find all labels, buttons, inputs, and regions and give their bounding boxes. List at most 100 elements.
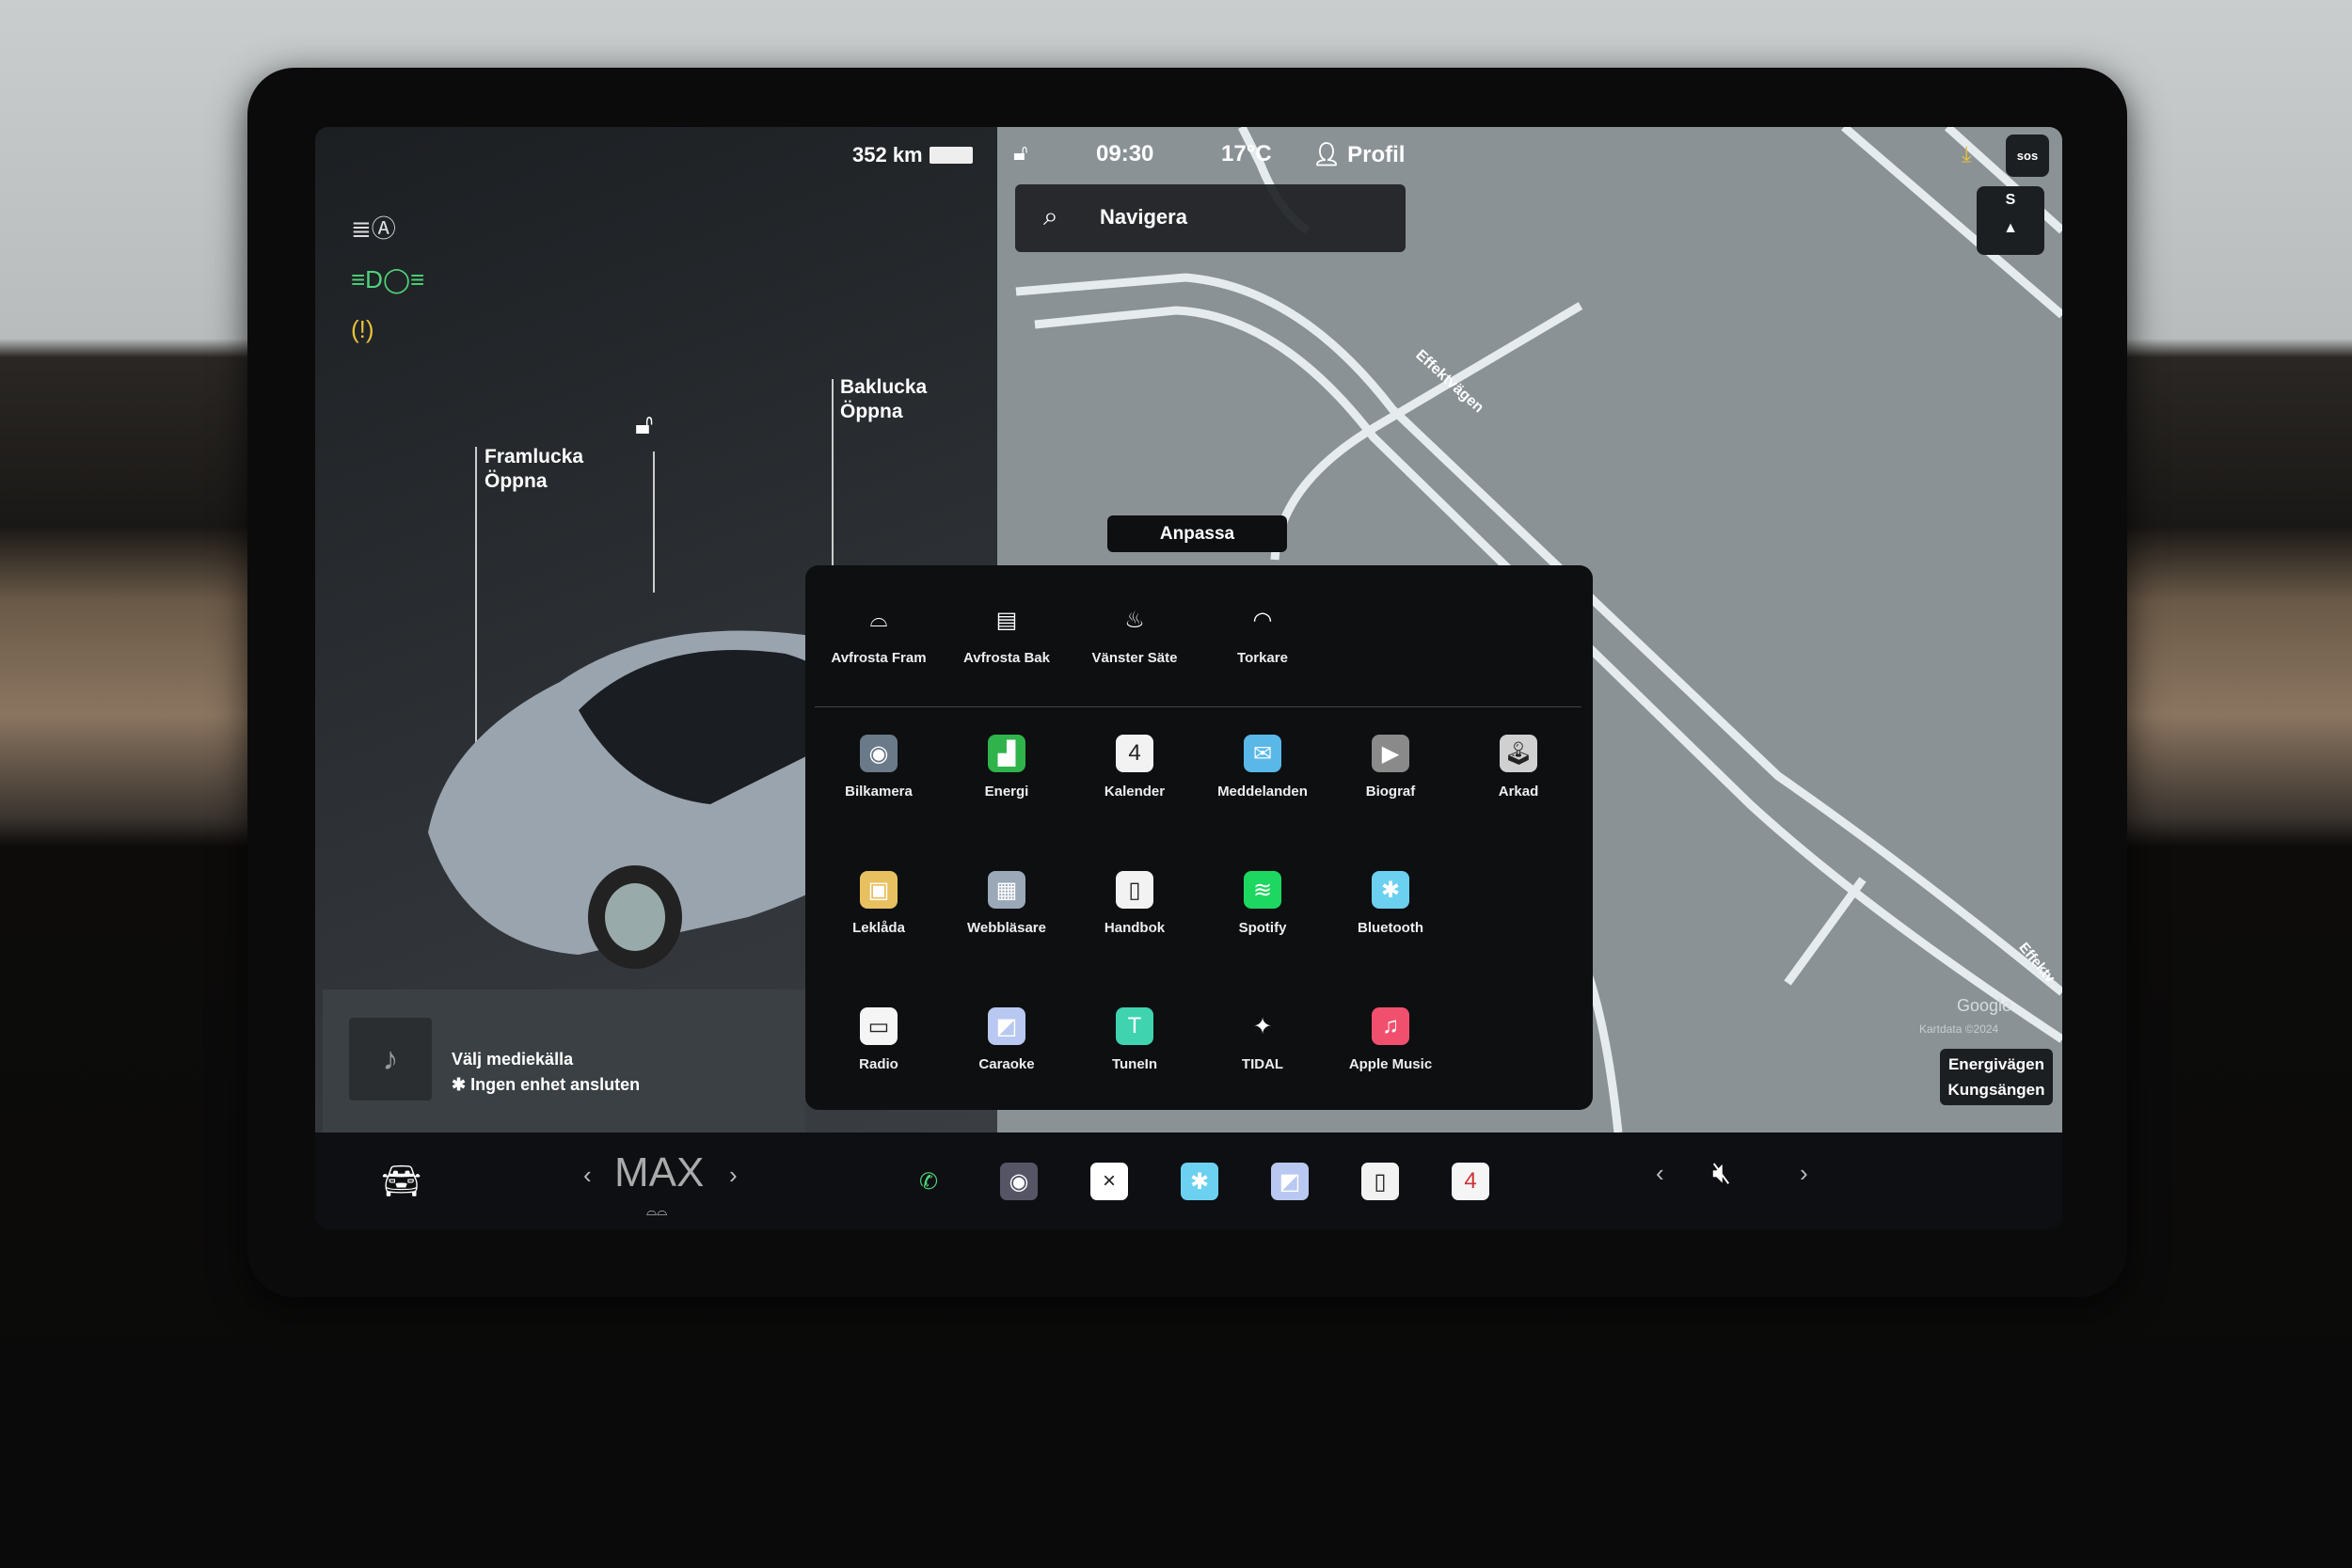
heading-arrow-icon: ▲	[2003, 220, 2018, 236]
rear-defrost-icon: ▤	[995, 607, 1018, 633]
lock-status-icon[interactable]: 🔓︎	[1013, 140, 1028, 166]
media-player[interactable]: ♪ Välj mediekälla ✱ Ingen enhet ansluten	[323, 990, 805, 1132]
sos-button[interactable]: SOS	[2006, 135, 2049, 177]
app-biograf[interactable]: ▶ Biograf	[1327, 735, 1454, 800]
wiper-icon: ◠	[1252, 607, 1273, 633]
profile-button[interactable]: 👤︎ Profil	[1312, 141, 1405, 168]
arcade-icon: 🕹︎	[1500, 735, 1537, 772]
fan-decrease-button[interactable]: ‹	[583, 1161, 592, 1190]
app-label: Bluetooth	[1358, 920, 1423, 936]
search-icon: ⌕	[1043, 201, 1058, 230]
tunein-icon: T	[1116, 1007, 1153, 1045]
front-trunk-label[interactable]: Framlucka Öppna	[485, 445, 583, 494]
app-label: Arkad	[1498, 784, 1539, 800]
range-indicator: 352 km	[852, 143, 923, 166]
app-caraoke[interactable]: ◩ Caraoke	[943, 1007, 1071, 1072]
app-label: Caraoke	[978, 1056, 1035, 1072]
app-meddelanden[interactable]: ✉ Meddelanden	[1199, 735, 1327, 800]
app-tidal[interactable]: ✦ TIDAL	[1199, 1007, 1327, 1073]
parking-lights-icon[interactable]: ≡D◯≡	[351, 265, 424, 294]
app-label: Spotify	[1238, 920, 1287, 936]
dock-manual-icon[interactable]: ▯	[1361, 1163, 1399, 1200]
volume-down-button[interactable]: ‹	[1656, 1159, 1664, 1188]
app-apple-music[interactable]: ♫ Apple Music	[1327, 1007, 1454, 1072]
app-label: Radio	[859, 1056, 898, 1072]
quick-control-2[interactable]: ♨ Vänster Säte	[1071, 601, 1199, 667]
energy-icon: ▟	[988, 735, 1025, 772]
dock-caraoke-icon[interactable]: ◩	[1271, 1163, 1309, 1200]
app-label: Energi	[984, 784, 1029, 800]
quick-control-3[interactable]: ◠ Torkare	[1199, 601, 1327, 667]
auto-headlights-icon[interactable]: ≣Ⓐ	[351, 210, 396, 245]
clock: 09:30	[1096, 141, 1154, 166]
mute-icon[interactable]: 🔇︎	[1712, 1155, 1731, 1191]
volume-up-button[interactable]: ›	[1800, 1159, 1808, 1188]
customize-button[interactable]: Anpassa	[1107, 515, 1287, 552]
dock-bluetooth-icon[interactable]: ✱	[1181, 1163, 1218, 1200]
rear-trunk-label[interactable]: Baklucka Öppna	[840, 375, 927, 424]
quick-control-0[interactable]: ⌓ Avfrosta Fram	[815, 601, 943, 666]
apple-music-icon: ♫	[1372, 1007, 1409, 1045]
app-label: Meddelanden	[1217, 784, 1308, 800]
navigate-search[interactable]: ⌕ Navigera	[1015, 184, 1406, 252]
search-input[interactable]: Navigera	[1100, 205, 1187, 230]
divider	[815, 706, 1581, 707]
app-bilkamera[interactable]: ◉ Bilkamera	[815, 735, 943, 800]
browser-icon: ▦	[988, 871, 1025, 909]
app-webbläsare[interactable]: ▦ Webbläsare	[943, 871, 1071, 936]
outside-temperature: 17°C	[1221, 141, 1272, 166]
tidal-icon: ✦	[1252, 1013, 1273, 1039]
quick-control-label: Avfrosta Fram	[831, 650, 927, 666]
download-icon[interactable]: ⤓	[1962, 142, 1972, 168]
quick-control-label: Avfrosta Bak	[963, 650, 1050, 666]
car-icon[interactable]: 🚘︎	[381, 1163, 421, 1200]
app-energi[interactable]: ▟ Energi	[943, 735, 1071, 800]
app-handbok[interactable]: ▯ Handbok	[1071, 871, 1199, 936]
app-spotify[interactable]: ≋ Spotify	[1199, 871, 1327, 936]
bluetooth-icon: ✱	[1372, 871, 1409, 909]
app-label: TIDAL	[1241, 1056, 1284, 1072]
media-subtitle: ✱ Ingen enhet ansluten	[452, 1075, 641, 1094]
app-bluetooth[interactable]: ✱ Bluetooth	[1327, 871, 1454, 936]
person-icon: 👤︎	[1312, 142, 1348, 167]
fan-increase-button[interactable]: ›	[729, 1161, 738, 1190]
app-label: Biograf	[1365, 784, 1416, 800]
touchscreen: ≣Ⓐ ≡D◯≡ (!) Framlucka Öppna Baklucka Öppna…	[315, 127, 2062, 1229]
messages-icon: ✉	[1244, 735, 1281, 772]
caraoke-icon: ◩	[988, 1007, 1025, 1045]
app-label: Kalender	[1104, 784, 1166, 800]
compass-button[interactable]: S ▲	[1977, 186, 2044, 255]
app-label: Webbläsare	[967, 920, 1046, 936]
dock-calendar-icon[interactable]: 4	[1452, 1163, 1489, 1200]
google-logo: Google	[1957, 996, 2012, 1015]
toybox-icon: ▣	[860, 871, 898, 909]
app-label: TuneIn	[1111, 1056, 1158, 1072]
app-arkad[interactable]: 🕹︎ Arkad	[1454, 735, 1582, 800]
tire-pressure-icon: (!)	[351, 315, 374, 343]
current-location-label: Energivägen Kungsängen	[1940, 1049, 2053, 1105]
app-leklåda[interactable]: ▣ Leklåda	[815, 871, 943, 936]
app-kalender[interactable]: 4 Kalender	[1071, 735, 1199, 800]
radio-icon: ▭	[860, 1007, 898, 1045]
manual-icon: ▯	[1116, 871, 1153, 909]
camera-icon: ◉	[860, 735, 898, 772]
quick-control-label: Torkare	[1237, 650, 1288, 666]
map-data-credit: Kartdata ©2024	[1919, 1022, 1999, 1036]
app-label: Leklåda	[852, 920, 905, 936]
app-label: Apple Music	[1348, 1056, 1433, 1072]
app-label: Handbok	[1104, 920, 1166, 936]
dock-camera-app-icon[interactable]: ◉	[1000, 1163, 1038, 1200]
dock-close-app-icon[interactable]: ×	[1090, 1163, 1128, 1200]
spotify-icon: ≋	[1244, 871, 1281, 909]
quick-control-label: Vänster Säte	[1091, 650, 1178, 666]
bottom-bar: 🚘︎ ‹ MAX › ⌓⌓ ✆ ◉ × ✱ ◩ ▯ 4 ‹ 🔇︎ ›	[315, 1132, 2062, 1229]
quick-control-1[interactable]: ▤ Avfrosta Bak	[943, 601, 1071, 667]
app-tunein[interactable]: T TuneIn	[1071, 1007, 1199, 1072]
fan-speed[interactable]: MAX	[614, 1149, 704, 1196]
dock-phone-icon[interactable]: ✆	[910, 1163, 947, 1200]
music-note-icon: ♪	[349, 1018, 432, 1101]
app-radio[interactable]: ▭ Radio	[815, 1007, 943, 1072]
theater-icon: ▶	[1372, 735, 1409, 772]
lock-icon[interactable]: 🔓︎	[635, 409, 653, 441]
media-source-title[interactable]: Välj mediekälla	[452, 1050, 573, 1069]
